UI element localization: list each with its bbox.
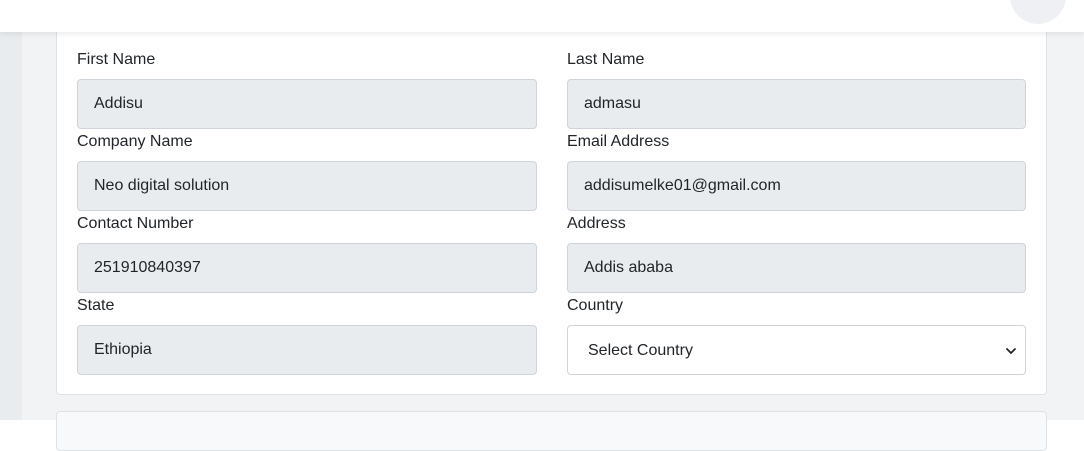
first-name-field[interactable] xyxy=(77,79,537,129)
country-select[interactable]: Select Country xyxy=(567,325,1026,375)
contact-number-label: Contact Number xyxy=(77,215,194,232)
top-navbar xyxy=(0,0,1084,32)
company-name-label: Company Name xyxy=(77,133,193,150)
email-address-label: Email Address xyxy=(567,133,670,150)
gear-icon[interactable] xyxy=(908,0,932,10)
bell-icon[interactable] xyxy=(963,0,987,10)
first-name-label: First Name xyxy=(77,51,156,68)
state-label: State xyxy=(77,297,115,314)
address-field[interactable] xyxy=(567,243,1026,293)
email-field[interactable] xyxy=(567,161,1026,211)
last-name-field[interactable] xyxy=(567,79,1026,129)
country-label: Country xyxy=(567,297,624,314)
chevron-down-icon xyxy=(1005,344,1017,356)
last-name-label: Last Name xyxy=(567,51,645,68)
company-name-field[interactable] xyxy=(77,161,537,211)
left-sidebar-edge xyxy=(0,0,22,420)
next-card xyxy=(56,411,1047,451)
address-label: Address xyxy=(567,215,626,232)
country-select-value: Select Country xyxy=(588,342,693,359)
contact-number-field[interactable] xyxy=(77,243,537,293)
avatar[interactable] xyxy=(1010,0,1066,24)
state-field[interactable] xyxy=(77,325,537,375)
